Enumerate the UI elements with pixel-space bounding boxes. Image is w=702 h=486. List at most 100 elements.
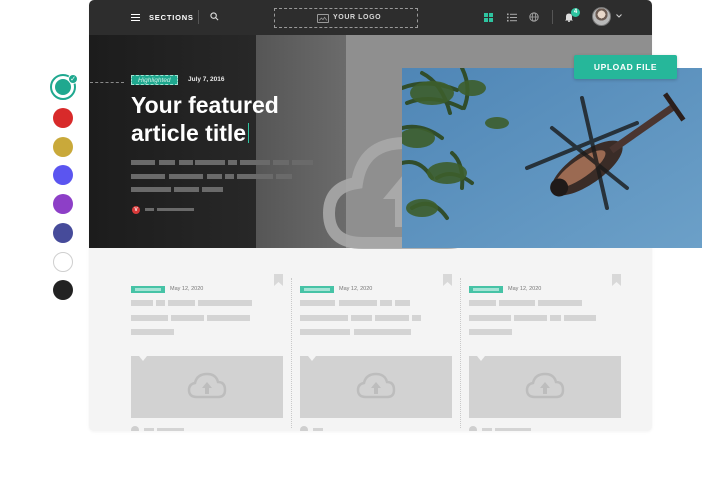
- text-placeholder: [276, 174, 292, 179]
- text-placeholder: [131, 300, 153, 306]
- text-placeholder: [207, 174, 222, 179]
- check-icon: ✓: [68, 74, 78, 84]
- text-placeholder: [145, 208, 154, 211]
- text-placeholder: [240, 160, 270, 165]
- card-date: May 12, 2020: [339, 286, 373, 292]
- article-date: July 7, 2016: [188, 76, 225, 83]
- text-placeholder: [228, 160, 237, 165]
- text-placeholder: [499, 300, 535, 306]
- grid-view-icon[interactable]: [484, 13, 493, 22]
- card-tag: [469, 286, 503, 293]
- text-placeholder: [412, 315, 421, 321]
- bookmark-icon[interactable]: [274, 274, 283, 286]
- text-placeholder: [292, 160, 313, 165]
- text-placeholder: [514, 315, 547, 321]
- card-image-placeholder[interactable]: [300, 356, 452, 418]
- text-placeholder: [380, 300, 392, 306]
- text-placeholder: [207, 315, 250, 321]
- text-placeholder: [469, 329, 512, 335]
- swatch-black[interactable]: [53, 280, 73, 300]
- text-placeholder: [174, 187, 199, 192]
- swatch-purple[interactable]: [53, 194, 73, 214]
- text-placeholder: [202, 187, 223, 192]
- text-placeholder: [395, 300, 410, 306]
- hero-title[interactable]: Your featured article title: [131, 91, 331, 147]
- swatch-white[interactable]: [53, 252, 73, 272]
- text-placeholder: [375, 315, 409, 321]
- menu-icon[interactable]: [131, 14, 140, 21]
- dragged-photo[interactable]: [402, 68, 702, 248]
- text-placeholder: [354, 329, 411, 335]
- text-placeholder: [171, 315, 204, 321]
- text-placeholder: [157, 428, 184, 431]
- article-card-grid: May 12, 2020 May 12, 2020 May 12, 2020: [89, 248, 652, 431]
- text-cursor: [248, 123, 250, 143]
- chevron-down-icon[interactable]: [616, 13, 622, 19]
- bookmark-icon[interactable]: [443, 274, 452, 286]
- card-image-placeholder[interactable]: [469, 356, 621, 418]
- upload-cloud-icon: [525, 372, 565, 399]
- text-placeholder: [237, 174, 273, 179]
- swatch-indigo[interactable]: [53, 223, 73, 243]
- text-placeholder: [300, 315, 348, 321]
- text-placeholder: [179, 160, 193, 165]
- text-placeholder: [159, 160, 175, 165]
- avatar[interactable]: [592, 7, 611, 26]
- text-placeholder: [538, 300, 582, 306]
- image-icon: [317, 14, 329, 23]
- divider: [198, 10, 199, 24]
- text-placeholder: [131, 315, 168, 321]
- author-avatar: [300, 426, 308, 431]
- text-placeholder: [550, 315, 561, 321]
- author-avatar: [469, 426, 477, 431]
- swatch-gold[interactable]: [53, 137, 73, 157]
- text-placeholder: [169, 174, 203, 179]
- card-image-placeholder[interactable]: [131, 356, 283, 418]
- card-divider: [460, 278, 461, 428]
- text-placeholder: [300, 329, 350, 335]
- author-icon: V: [132, 206, 140, 214]
- text-placeholder: [564, 315, 596, 321]
- text-placeholder: [300, 300, 335, 306]
- helicopter-photo: [402, 68, 702, 248]
- notification-badge: 4: [571, 8, 580, 17]
- text-placeholder: [339, 300, 377, 306]
- text-placeholder: [131, 187, 171, 192]
- hero-title-line: Your featured: [131, 92, 279, 118]
- text-placeholder: [313, 428, 323, 431]
- swatch-blue[interactable]: [53, 165, 73, 185]
- globe-icon[interactable]: [529, 12, 539, 22]
- text-placeholder: [225, 174, 234, 179]
- stage: ✓ SECTIONS YOUR LOGO 4 Highlighted July …: [0, 0, 702, 486]
- sections-button[interactable]: SECTIONS: [149, 13, 194, 22]
- hero-title-line: article title: [131, 120, 247, 146]
- article-tag[interactable]: Highlighted: [131, 75, 178, 85]
- text-placeholder: [131, 160, 155, 165]
- swatch-red[interactable]: [53, 108, 73, 128]
- text-placeholder: [131, 174, 165, 179]
- upload-file-button[interactable]: UPLOAD FILE: [574, 55, 677, 79]
- text-placeholder: [495, 428, 531, 431]
- card-date: May 12, 2020: [170, 286, 204, 292]
- logo-placeholder[interactable]: YOUR LOGO: [274, 8, 418, 28]
- upload-cloud-icon: [187, 372, 227, 399]
- text-placeholder: [131, 329, 174, 335]
- bookmark-icon[interactable]: [612, 274, 621, 286]
- connector-line: [90, 82, 124, 83]
- text-placeholder: [469, 315, 511, 321]
- divider: [552, 10, 553, 24]
- card-tag: [131, 286, 165, 293]
- text-placeholder: [198, 300, 252, 306]
- text-placeholder: [168, 300, 195, 306]
- text-placeholder: [195, 160, 225, 165]
- search-icon[interactable]: [210, 12, 219, 21]
- text-placeholder: [157, 208, 194, 211]
- card-divider: [291, 278, 292, 428]
- card-date: May 12, 2020: [508, 286, 542, 292]
- top-navigation-bar: SECTIONS YOUR LOGO 4: [89, 0, 652, 35]
- text-placeholder: [482, 428, 492, 431]
- text-placeholder: [351, 315, 372, 321]
- text-placeholder: [273, 160, 289, 165]
- text-placeholder: [144, 428, 154, 431]
- list-view-icon[interactable]: [507, 13, 517, 22]
